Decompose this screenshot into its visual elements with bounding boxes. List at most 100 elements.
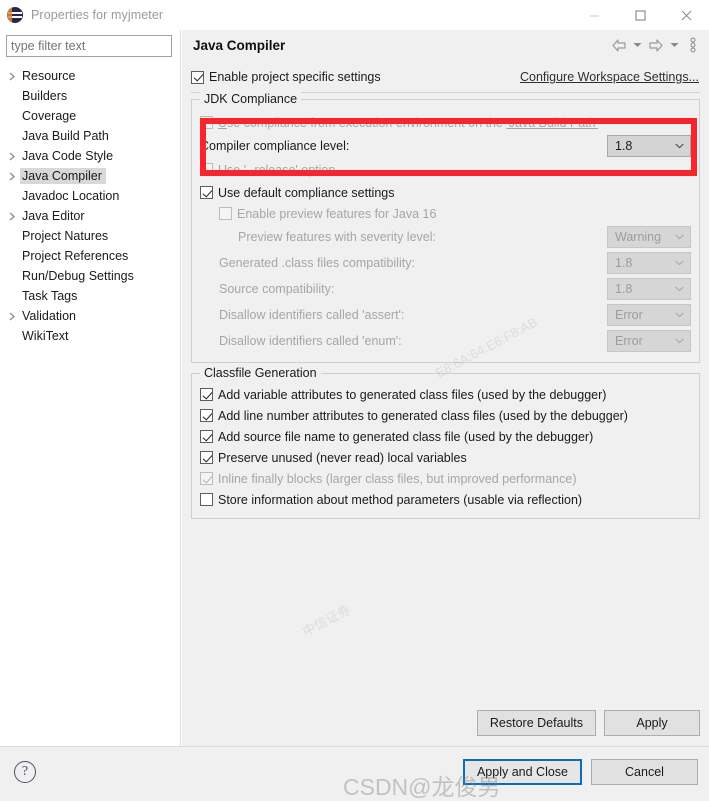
disallow-assert-select[interactable]: Error (607, 304, 691, 326)
java-compiler-panel: Java Compiler Enable project specific se… (182, 30, 709, 746)
panel-header: Java Compiler (182, 30, 709, 60)
project-specific-row: Enable project specific settings Configu… (191, 65, 700, 89)
panel-body: Enable project specific settings Configu… (182, 60, 709, 746)
preserve-unused-local-variables-checkbox[interactable]: Preserve unused (never read) local varia… (200, 447, 691, 468)
use-execution-environment-checkbox[interactable]: Use compliance from execution environmen… (200, 112, 691, 133)
checkbox-label: Inline finally blocks (larger class file… (218, 471, 577, 486)
selected-value: 1.8 (615, 256, 633, 270)
compiler-compliance-level-row: Compiler compliance level: 1.8 (200, 133, 691, 159)
checkbox-box (200, 388, 213, 401)
selected-value: Error (615, 334, 643, 348)
help-icon[interactable]: ? (14, 761, 36, 783)
checkbox-label: Enable preview features for Java 16 (237, 206, 437, 221)
selected-value: 1.8 (615, 282, 633, 296)
group-title: JDK Compliance (200, 92, 302, 106)
restore-defaults-button[interactable]: Restore Defaults (476, 710, 596, 736)
sidebar-item-validation[interactable]: Validation (0, 306, 180, 326)
enable-preview-features-checkbox[interactable]: Enable preview features for Java 16 (200, 203, 691, 224)
disallow-enum-select[interactable]: Error (607, 330, 691, 352)
checkbox-label: Preserve unused (never read) local varia… (218, 450, 467, 465)
sidebar-item-project-natures[interactable]: Project Natures (0, 226, 180, 246)
enable-project-specific-settings-checkbox[interactable]: Enable project specific settings (191, 70, 381, 84)
chevron-right-icon[interactable] (4, 146, 20, 166)
sidebar-item-label: Resource (22, 69, 76, 83)
chevron-right-icon[interactable] (4, 166, 20, 186)
sidebar-item-task-tags[interactable]: Task Tags (0, 286, 180, 306)
compiler-compliance-level-label: Compiler compliance level: (200, 139, 350, 153)
chevron-down-icon (675, 338, 684, 344)
selected-value: Error (615, 308, 643, 322)
jdk-compliance-group: JDK Compliance Use compliance from execu… (191, 92, 700, 363)
disallow-assert-label: Disallow identifiers called 'assert': (219, 308, 405, 322)
sidebar-item-label: Validation (22, 309, 76, 323)
back-dropdown-chevron-down-icon[interactable] (631, 34, 644, 56)
checkbox-box (200, 116, 213, 129)
checkbox-box (200, 186, 213, 199)
filter-input[interactable] (6, 35, 172, 57)
sidebar-item-builders[interactable]: Builders (0, 86, 180, 106)
sidebar-item-resource[interactable]: Resource (0, 66, 180, 86)
checkbox-box (200, 163, 213, 176)
chevron-right-icon[interactable] (4, 206, 20, 226)
sidebar-item-coverage[interactable]: Coverage (0, 106, 180, 126)
selected-value: 1.8 (615, 139, 633, 153)
store-method-parameters-checkbox[interactable]: Store information about method parameter… (200, 489, 691, 510)
apply-button[interactable]: Apply (604, 710, 700, 736)
sidebar-item-label: Java Editor (22, 209, 85, 223)
disallow-enum-row: Disallow identifiers called 'enum': Erro… (200, 328, 691, 354)
filter-container (0, 30, 180, 57)
settings-tree: Resource Builders Coverage Java Build Pa… (0, 66, 180, 346)
close-icon[interactable] (663, 0, 709, 30)
generated-class-compatibility-select[interactable]: 1.8 (607, 252, 691, 274)
java-build-path-link[interactable]: 'Java Build Path' (506, 116, 598, 130)
checkbox-label: Add source file name to generated class … (218, 429, 594, 444)
sidebar-item-run-debug-settings[interactable]: Run/Debug Settings (0, 266, 180, 286)
panel-action-buttons: Restore Defaults Apply (476, 710, 700, 736)
use-release-option-checkbox[interactable]: Use '--release' option (200, 159, 691, 180)
checkbox-label: Store information about method parameter… (218, 492, 583, 507)
sidebar-item-label: Project Natures (22, 229, 109, 243)
maximize-icon[interactable] (617, 0, 663, 30)
sidebar-item-java-compiler[interactable]: Java Compiler (0, 166, 180, 186)
sidebar-item-label: Task Tags (22, 289, 78, 303)
back-arrow-icon[interactable] (609, 34, 629, 56)
forward-dropdown-chevron-down-icon[interactable] (668, 34, 681, 56)
preview-severity-select[interactable]: Warning (607, 226, 691, 248)
group-title: Classfile Generation (200, 366, 321, 380)
sidebar-item-project-references[interactable]: Project References (0, 246, 180, 266)
sidebar-item-label: Java Code Style (22, 149, 114, 163)
checkbox-label: Enable project specific settings (209, 70, 381, 84)
checkbox-label: Use '--release' option (218, 162, 336, 177)
chevron-right-icon[interactable] (4, 66, 20, 86)
checkbox-box (200, 430, 213, 443)
checkbox-box (191, 70, 204, 84)
generated-class-compatibility-row: Generated .class files compatibility: 1.… (200, 250, 691, 276)
configure-workspace-settings-link[interactable]: Configure Workspace Settings... (520, 70, 700, 84)
sidebar-item-wikitext[interactable]: WikiText (0, 326, 180, 346)
checkbox-label: Use default compliance settings (218, 185, 395, 200)
preview-severity-label: Preview features with severity level: (238, 230, 436, 244)
window-controls (571, 0, 709, 30)
compiler-compliance-level-select[interactable]: 1.8 (607, 135, 691, 157)
add-source-file-name-checkbox[interactable]: Add source file name to generated class … (200, 426, 691, 447)
sidebar-item-java-code-style[interactable]: Java Code Style (0, 146, 180, 166)
sidebar-item-label: Java Compiler (20, 168, 106, 184)
disallow-enum-label: Disallow identifiers called 'enum': (219, 334, 402, 348)
vertical-dots-icon[interactable] (683, 34, 703, 56)
sidebar-item-java-build-path[interactable]: Java Build Path (0, 126, 180, 146)
use-default-compliance-settings-checkbox[interactable]: Use default compliance settings (200, 182, 691, 203)
add-variable-attributes-checkbox[interactable]: Add variable attributes to generated cla… (200, 384, 691, 405)
source-compatibility-select[interactable]: 1.8 (607, 278, 691, 300)
chevron-right-icon[interactable] (4, 306, 20, 326)
cancel-button[interactable]: Cancel (591, 759, 698, 785)
sidebar-item-javadoc-location[interactable]: Javadoc Location (0, 186, 180, 206)
properties-dialog: Properties for myjmeter Resource (0, 0, 709, 801)
minimize-icon[interactable] (571, 0, 617, 30)
apply-and-close-button[interactable]: Apply and Close (462, 759, 582, 785)
add-line-number-attributes-checkbox[interactable]: Add line number attributes to generated … (200, 405, 691, 426)
sidebar-item-java-editor[interactable]: Java Editor (0, 206, 180, 226)
forward-arrow-icon[interactable] (646, 34, 666, 56)
